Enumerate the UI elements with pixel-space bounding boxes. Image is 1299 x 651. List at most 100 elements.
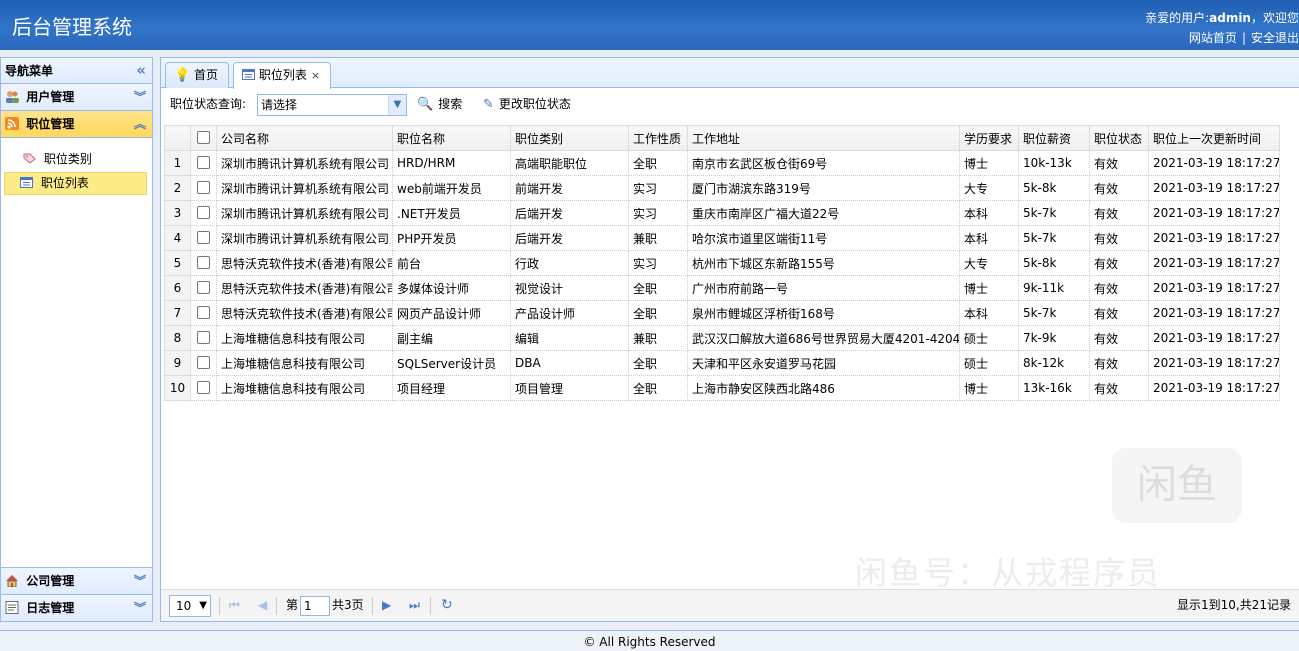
row-checkbox[interactable] — [190, 250, 217, 276]
row-checkbox[interactable] — [190, 275, 217, 301]
table-row[interactable]: 4 深圳市腾讯计算机系统有限公司 PHP开发员 后端开发 兼职 哈尔滨市道里区端街11号本… — [164, 225, 1280, 251]
checkbox-icon — [197, 156, 210, 169]
column-header[interactable]: 职位上一次更新时间 — [1148, 125, 1280, 151]
sidebar-item-company-management[interactable]: 公司管理 ︾ — [1, 567, 152, 594]
table-row[interactable]: 6 思特沃克软件技术(香港)有限公司 多媒体设计师 视觉设计 全职 广州市府前路一号 博士 9… — [164, 275, 1280, 301]
first-page-icon[interactable]: ⏮ — [229, 590, 240, 620]
tag-icon — [23, 153, 36, 164]
page-number-input[interactable]: 1 — [300, 596, 330, 616]
page-size-select[interactable]: 10 ▼ — [169, 595, 211, 617]
status-filter-select[interactable]: 请选择 ▼ — [257, 94, 407, 116]
expand-icon[interactable]: ︾ — [134, 568, 146, 595]
expand-icon[interactable]: ︾ — [134, 84, 146, 111]
table-row[interactable]: 1 深圳市腾讯计算机系统有限公司 HRD/HRM 高端职能职位 全职 南京市玄武区板仓街6… — [164, 150, 1280, 176]
table-row[interactable]: 5 思特沃克软件技术(香港)有限公司 前台 行政 实习 杭州市下城区东新路155号 大专 5k… — [164, 250, 1280, 276]
logout-link[interactable]: 安全退出 — [1251, 31, 1299, 45]
checkbox-icon — [197, 281, 210, 294]
row-number-header — [164, 125, 191, 151]
last-page-icon[interactable]: ⏭ — [409, 590, 420, 620]
tab-home[interactable]: 💡 首页 — [165, 62, 230, 88]
table-row[interactable]: 7 思特沃克软件技术(香港)有限公司 网页产品设计师 产品设计师 全职 泉州市鲤城区浮桥街… — [164, 300, 1280, 326]
row-checkbox[interactable] — [190, 200, 217, 226]
table-body: 1 深圳市腾讯计算机系统有限公司 HRD/HRM 高端职能职位 全职 南京市玄武区板仓街6… — [164, 150, 1280, 401]
sidebar-title: 导航菜单 « — [1, 58, 152, 84]
table-cell: 2021-03-19 18:17:27 — [1148, 250, 1280, 276]
sidebar-item-user-management[interactable]: 用户管理 ︾ — [1, 84, 152, 111]
column-header[interactable]: 职位薪资 — [1018, 125, 1090, 151]
table-cell: 2021-03-19 18:17:27 — [1148, 200, 1280, 226]
table-row[interactable]: 2 深圳市腾讯计算机系统有限公司 web前端开发员 前端开发 实习 厦门市湖滨东路319号… — [164, 175, 1280, 201]
column-header[interactable]: 工作性质 — [628, 125, 688, 151]
table-cell: 产品设计师 — [510, 300, 629, 326]
chevron-down-icon[interactable]: ▼ — [388, 95, 406, 115]
table-row[interactable]: 8 上海堆糖信息科技有限公司 副主编 编辑 兼职 武汉汉口解放大道686号世界贸易大厦42… — [164, 325, 1280, 351]
column-header[interactable]: 职位名称 — [392, 125, 511, 151]
table-row[interactable]: 10 上海堆糖信息科技有限公司 项目经理 项目管理 全职 上海市静安区陕西北路486 博士 1… — [164, 375, 1280, 401]
row-checkbox[interactable] — [190, 225, 217, 251]
tab-label: 首页 — [194, 68, 219, 82]
table-cell: 2021-03-19 18:17:27 — [1148, 225, 1280, 251]
users-icon — [6, 91, 19, 103]
table-cell: 5k-8k — [1018, 250, 1090, 276]
table-cell: 前台 — [392, 250, 511, 276]
refresh-icon[interactable]: ↻ — [441, 590, 453, 620]
checkbox-icon — [197, 381, 210, 394]
row-number: 2 — [164, 175, 191, 201]
sidebar-item-job-management[interactable]: 职位管理 ︽ — [1, 111, 152, 138]
toolbar: 职位状态查询: 请选择 ▼ 🔍 搜索 ✎ 更改职位状态 — [161, 88, 1299, 120]
table-cell: 2021-03-19 18:17:27 — [1148, 375, 1280, 401]
table-cell: 2021-03-19 18:17:27 — [1148, 175, 1280, 201]
pagination-info: 显示1到10,共21记录 — [1177, 598, 1291, 612]
row-checkbox[interactable] — [190, 350, 217, 376]
next-page-icon[interactable]: ▶ — [382, 590, 391, 620]
row-checkbox[interactable] — [190, 325, 217, 351]
checkbox-icon — [197, 306, 210, 319]
table-cell: 天津和平区永安道罗马花园 — [687, 350, 960, 376]
column-header[interactable]: 公司名称 — [216, 125, 393, 151]
sidebar-bottom-sections: 公司管理 ︾ 日志管理 ︾ — [1, 567, 152, 621]
row-checkbox[interactable] — [190, 175, 217, 201]
table-cell: 实习 — [628, 200, 688, 226]
table-row[interactable]: 3 深圳市腾讯计算机系统有限公司 .NET开发员 后端开发 实习 重庆市南岸区广福大道22… — [164, 200, 1280, 226]
sidebar-item-log-management[interactable]: 日志管理 ︾ — [1, 594, 152, 621]
expand-icon[interactable]: ︾ — [134, 595, 146, 622]
table-cell: 有效 — [1089, 150, 1149, 176]
tab-job-list[interactable]: 职位列表 × — [233, 62, 332, 89]
tree-item-job-category[interactable]: 职位类别 — [4, 148, 147, 171]
column-header[interactable]: 职位状态 — [1089, 125, 1149, 151]
table-cell: 硕士 — [959, 325, 1019, 351]
close-icon[interactable]: × — [311, 69, 320, 82]
sidebar: 导航菜单 « 用户管理 ︾ 职位管理 ︽ 职位类别 职位列表 公司管理 ︾ 日志… — [0, 57, 153, 622]
row-checkbox[interactable] — [190, 300, 217, 326]
table-cell: 厦门市湖滨东路319号 — [687, 175, 960, 201]
prev-page-icon[interactable]: ◀ — [258, 590, 267, 620]
table-cell: 深圳市腾讯计算机系统有限公司 — [216, 225, 393, 251]
row-checkbox[interactable] — [190, 150, 217, 176]
row-number: 3 — [164, 200, 191, 226]
table-cell: 全职 — [628, 300, 688, 326]
select-all-checkbox[interactable] — [190, 125, 217, 151]
table-cell: 有效 — [1089, 225, 1149, 251]
status-filter-label: 职位状态查询: — [170, 97, 247, 111]
column-header[interactable]: 工作地址 — [687, 125, 960, 151]
column-header[interactable]: 职位类别 — [510, 125, 629, 151]
collapse-sidebar-icon[interactable]: « — [136, 57, 146, 83]
app-header: 后台管理系统 亲爱的用户:admin，欢迎您 网站首页 | 安全退出 — [0, 0, 1299, 50]
sidebar-title-label: 导航菜单 — [5, 64, 54, 78]
tree-item-job-list[interactable]: 职位列表 — [4, 172, 147, 195]
table-cell: 广州市府前路一号 — [687, 275, 960, 301]
table-cell: 行政 — [510, 250, 629, 276]
change-status-button[interactable]: ✎ 更改职位状态 — [483, 88, 571, 121]
welcome-suffix: ，欢迎您 — [1250, 11, 1299, 25]
site-home-link[interactable]: 网站首页 — [1189, 31, 1237, 45]
row-number: 10 — [164, 375, 191, 401]
column-header[interactable]: 学历要求 — [959, 125, 1019, 151]
table-cell: 南京市玄武区板仓街69号 — [687, 150, 960, 176]
search-button[interactable]: 🔍 搜索 — [417, 88, 462, 121]
collapse-icon[interactable]: ︽ — [134, 111, 146, 138]
row-checkbox[interactable] — [190, 375, 217, 401]
table-cell: 2021-03-19 18:17:27 — [1148, 350, 1280, 376]
table-cell: 2021-03-19 18:17:27 — [1148, 150, 1280, 176]
table-row[interactable]: 9 上海堆糖信息科技有限公司 SQLServer设计员 DBA 全职 天津和平区永安道罗马… — [164, 350, 1280, 376]
sidebar-section-label: 日志管理 — [26, 601, 75, 615]
